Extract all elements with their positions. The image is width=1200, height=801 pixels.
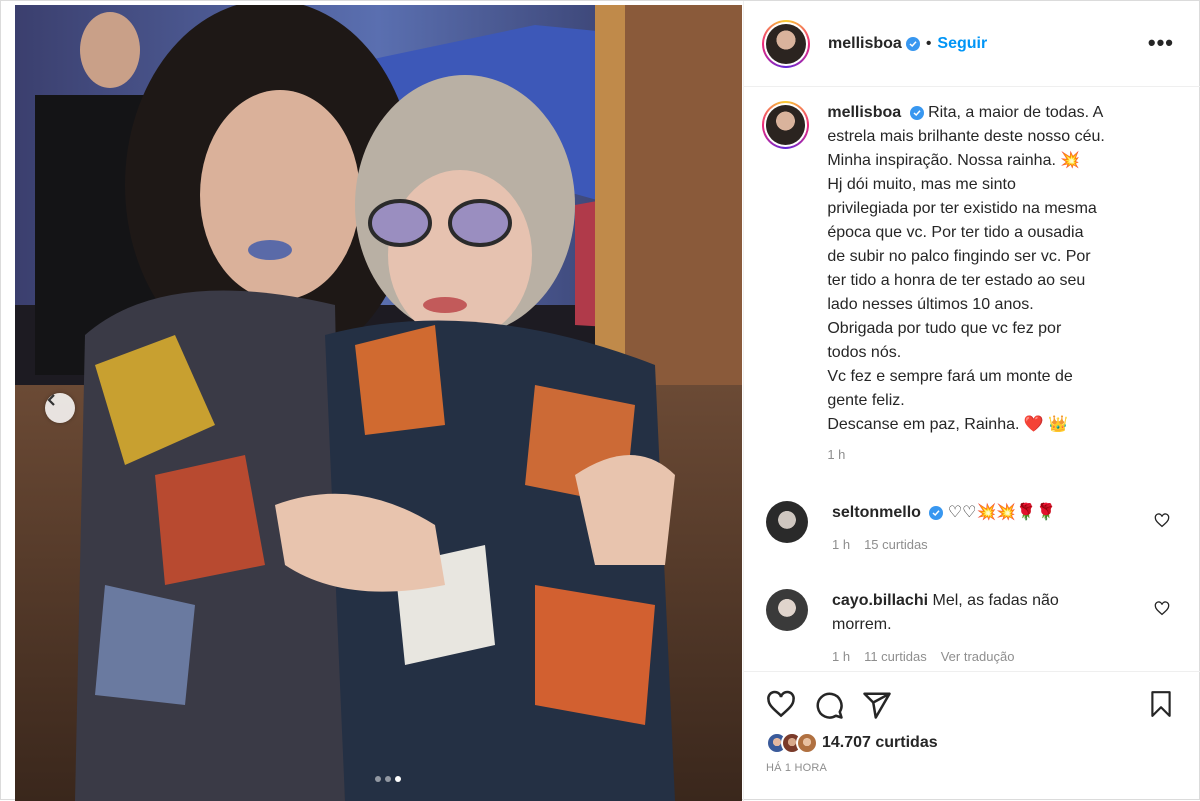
chevron-left-icon	[47, 394, 55, 406]
caption-line: gente feliz.	[827, 392, 905, 409]
comment-like-heart-icon[interactable]	[1154, 601, 1170, 617]
comment-username[interactable]: seltonmello	[832, 504, 921, 521]
caption-line: de subir no palco fingindo ser vc. Por	[827, 248, 1091, 265]
like-heart-icon[interactable]	[766, 690, 796, 720]
post-actions: 14.707 curtidas HÁ 1 HORA	[744, 671, 1200, 801]
comment-meta: 1 h 15 curtidas	[832, 533, 1132, 557]
carousel-dot-active	[395, 776, 401, 782]
carousel-dot	[375, 776, 381, 782]
caption-line: Hj dói muito, mas me sinto	[827, 176, 1016, 193]
comment-likes[interactable]: 15 curtidas	[864, 533, 928, 557]
caption-line: Descanse em paz, Rainha. ❤️ 👑	[827, 416, 1069, 433]
comment-body: seltonmello ♡♡💥💥🌹🌹 1 h 15 curtidas	[832, 501, 1132, 557]
post-sidebar: mellisboa • Seguir ••• mellisboa Rita, a…	[743, 1, 1200, 801]
comment-text: Mel, as fadas não	[932, 592, 1059, 609]
verified-badge-icon	[909, 105, 924, 120]
liker-avatars	[766, 732, 818, 754]
share-paper-plane-icon[interactable]	[862, 690, 892, 720]
caption-username[interactable]: mellisboa	[827, 104, 901, 121]
follow-button[interactable]: Seguir	[937, 35, 987, 53]
caption-line: estrela mais brilhante deste nosso céu.	[827, 128, 1105, 145]
post-header: mellisboa • Seguir •••	[744, 1, 1200, 87]
caption-line: ter tido a honra de ter estado ao seu	[827, 272, 1086, 289]
comment-meta: 1 h 11 curtidas Ver tradução	[832, 645, 1132, 669]
author-username[interactable]: mellisboa	[828, 35, 902, 53]
liker-avatar	[796, 732, 818, 754]
comment-likes[interactable]: 11 curtidas	[864, 645, 927, 669]
caption-line: privilegiada por ter existido na mesma	[827, 200, 1097, 217]
verified-badge-icon	[929, 505, 944, 520]
caption-text: mellisboa Rita, a maior de todas. A estr…	[827, 101, 1182, 467]
caption-line: época que vc. Por ter tido a ousadia	[827, 224, 1084, 241]
comment-time: 1 h	[832, 649, 851, 664]
comment-username[interactable]: cayo.billachi	[832, 592, 928, 609]
photo-illustration	[15, 5, 742, 801]
caption: mellisboa Rita, a maior de todas. A estr…	[762, 101, 1182, 467]
carousel-indicator	[375, 776, 401, 782]
likes-summary[interactable]: 14.707 curtidas	[766, 732, 938, 754]
translate-link[interactable]: Ver tradução	[941, 645, 1015, 669]
commenter-avatar[interactable]	[766, 501, 808, 543]
caption-line: lado nesses últimos 10 anos.	[827, 296, 1034, 313]
post-photo[interactable]	[15, 5, 742, 801]
carousel-prev-button[interactable]	[45, 393, 75, 423]
author-avatar[interactable]	[762, 19, 810, 68]
comment-item: cayo.billachi Mel, as fadas não morrem. …	[762, 589, 1182, 669]
comment-text: ♡♡💥💥🌹🌹	[947, 504, 1057, 521]
likes-count[interactable]: 14.707 curtidas	[822, 734, 938, 752]
more-options-icon[interactable]: •••	[1148, 32, 1174, 54]
carousel-dot	[385, 776, 391, 782]
caption-avatar[interactable]	[762, 101, 810, 149]
comment-item: seltonmello ♡♡💥💥🌹🌹 1 h 15 curtidas	[762, 501, 1182, 557]
header-separator: •	[925, 34, 932, 52]
caption-time: 1 h	[827, 447, 846, 462]
caption-line: Obrigada por tudo que vc fez por	[827, 320, 1062, 337]
action-icons	[766, 690, 892, 720]
post-window: mellisboa • Seguir ••• mellisboa Rita, a…	[0, 0, 1200, 801]
commenter-avatar[interactable]	[766, 589, 808, 631]
post-timestamp: HÁ 1 HORA	[766, 762, 828, 774]
comment-bubble-icon[interactable]	[814, 690, 844, 720]
comment-like-heart-icon[interactable]	[1154, 513, 1170, 529]
comment-time: 1 h	[832, 537, 851, 552]
caption-line: Minha inspiração. Nossa rainha. 💥	[827, 152, 1081, 169]
verified-badge-icon	[905, 36, 920, 51]
comment-body: cayo.billachi Mel, as fadas não morrem. …	[832, 589, 1132, 669]
comment-text: morrem.	[832, 616, 892, 633]
caption-line: Rita, a maior de todas. A	[928, 104, 1104, 121]
caption-line: todos nós.	[827, 344, 902, 361]
caption-line: Vc fez e sempre fará um monte de	[827, 368, 1073, 385]
save-bookmark-icon[interactable]	[1148, 690, 1174, 718]
